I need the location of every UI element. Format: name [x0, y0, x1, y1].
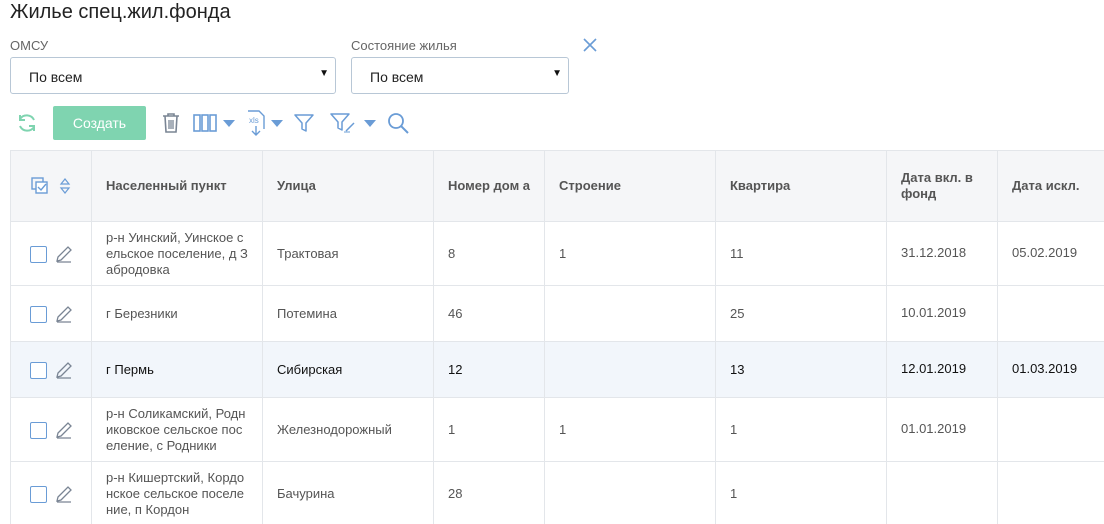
table-row[interactable]: р-н Соликамский, Родн иковское сельское …: [11, 398, 1104, 462]
cell-street: Бачурина: [263, 462, 434, 524]
cell-street: Потемина: [263, 286, 434, 341]
pencil-icon[interactable]: [54, 484, 74, 504]
column-header-apartment[interactable]: Квартира: [716, 151, 887, 221]
table-row[interactable]: р-н Уинский, Уинское с ельское поселение…: [11, 222, 1104, 286]
row-checkbox[interactable]: [30, 246, 47, 263]
search-icon[interactable]: [386, 111, 410, 135]
cell-date-in: 10.01.2019: [887, 286, 998, 341]
row-checkbox[interactable]: [30, 422, 47, 439]
cell-apartment: 25: [716, 286, 887, 341]
row-checkbox[interactable]: [30, 486, 47, 503]
cell-building: 1: [545, 398, 716, 461]
column-header-settlement[interactable]: Населенный пункт: [92, 151, 263, 221]
sort-icon[interactable]: [59, 177, 71, 195]
cell-date-out: [998, 462, 1104, 524]
chevron-down-icon: ▼: [552, 68, 562, 79]
column-header-building[interactable]: Строение: [545, 151, 716, 221]
row-actions: [11, 342, 92, 397]
cell-date-in: 31.12.2018: [887, 222, 998, 285]
cell-house: 1: [434, 398, 545, 461]
xls-export-icon[interactable]: xls: [245, 109, 267, 137]
cell-date-in: 01.01.2019: [887, 398, 998, 461]
column-header-date-in[interactable]: Дата вкл. в фонд: [887, 151, 998, 221]
filter-icon[interactable]: [293, 112, 315, 134]
row-actions: [11, 286, 92, 341]
create-button[interactable]: Создать: [53, 106, 146, 140]
row-actions: [11, 222, 92, 285]
cell-date-out: [998, 286, 1104, 341]
table-row[interactable]: р-н Кишертский, Кордо нское сельское пос…: [11, 462, 1104, 524]
cell-building: [545, 462, 716, 524]
cell-street: Железнодорожный: [263, 398, 434, 461]
trash-icon[interactable]: [161, 112, 181, 134]
cell-house: 28: [434, 462, 545, 524]
cell-building: 1: [545, 222, 716, 285]
column-header-date-out[interactable]: Дата искл.: [998, 151, 1104, 221]
cell-building: [545, 286, 716, 341]
chevron-down-icon: ▼: [319, 68, 329, 79]
caret-down-icon[interactable]: [270, 118, 284, 128]
cell-date-out: [998, 398, 1104, 461]
cell-street: Трактовая: [263, 222, 434, 285]
pencil-icon[interactable]: [54, 420, 74, 440]
cell-date-in: [887, 462, 998, 524]
cell-date-out: 05.02.2019: [1012, 245, 1078, 260]
table-row[interactable]: г Березники Потемина 46 25 10.01.2019: [11, 286, 1104, 342]
select-column-header: [11, 151, 92, 221]
cell-apartment: 11: [716, 222, 887, 285]
table-row[interactable]: г Пермь Сибирская 12 13 12.01.2019 01.03…: [11, 342, 1104, 398]
svg-text:xls: xls: [249, 116, 259, 125]
cell-building: [545, 342, 716, 397]
pencil-icon[interactable]: [54, 244, 74, 264]
cell-settlement: г Пермь: [92, 342, 263, 397]
pencil-icon[interactable]: [54, 304, 74, 324]
select-all-icon[interactable]: [31, 177, 49, 195]
omsu-select[interactable]: По всем ▼: [10, 57, 336, 94]
row-checkbox[interactable]: [30, 362, 47, 379]
row-checkbox[interactable]: [30, 306, 47, 323]
cell-house: 12: [434, 342, 545, 397]
cell-house: 8: [434, 222, 545, 285]
state-filter-label: Состояние жилья: [351, 38, 457, 53]
caret-down-icon[interactable]: [363, 118, 377, 128]
cell-street: Сибирская: [263, 342, 434, 397]
table-header-row: Населенный пункт Улица Номер дом а Строе…: [11, 151, 1104, 222]
refresh-icon[interactable]: [15, 111, 39, 135]
cell-settlement: р-н Кишертский, Кордо нское сельское пос…: [92, 462, 263, 524]
columns-icon[interactable]: [193, 113, 217, 133]
omsu-filter-label: ОМСУ: [10, 38, 49, 53]
cell-settlement: г Березники: [92, 286, 263, 341]
caret-down-icon[interactable]: [222, 118, 236, 128]
cell-apartment: 13: [716, 342, 887, 397]
cell-apartment: 1: [716, 398, 887, 461]
cell-apartment: 1: [716, 462, 887, 524]
cell-date-out: 01.03.2019: [1012, 361, 1078, 376]
column-header-house[interactable]: Номер дом а: [434, 151, 545, 221]
cell-date-in: 12.01.2019: [887, 342, 998, 397]
page-title: Жилье спец.жил.фонда: [10, 1, 231, 23]
row-actions: [11, 462, 92, 524]
omsu-select-value: По всем: [29, 69, 83, 85]
state-select-value: По всем: [370, 69, 424, 85]
close-icon[interactable]: [582, 37, 598, 53]
filter-edit-icon[interactable]: [329, 111, 357, 135]
column-header-street[interactable]: Улица: [263, 151, 434, 221]
data-table: Населенный пункт Улица Номер дом а Строе…: [10, 150, 1104, 524]
cell-house: 46: [434, 286, 545, 341]
row-actions: [11, 398, 92, 461]
pencil-icon[interactable]: [54, 360, 74, 380]
cell-settlement: р-н Соликамский, Родн иковское сельское …: [92, 398, 263, 461]
cell-settlement: р-н Уинский, Уинское с ельское поселение…: [92, 222, 263, 285]
state-select[interactable]: По всем ▼: [351, 57, 569, 94]
